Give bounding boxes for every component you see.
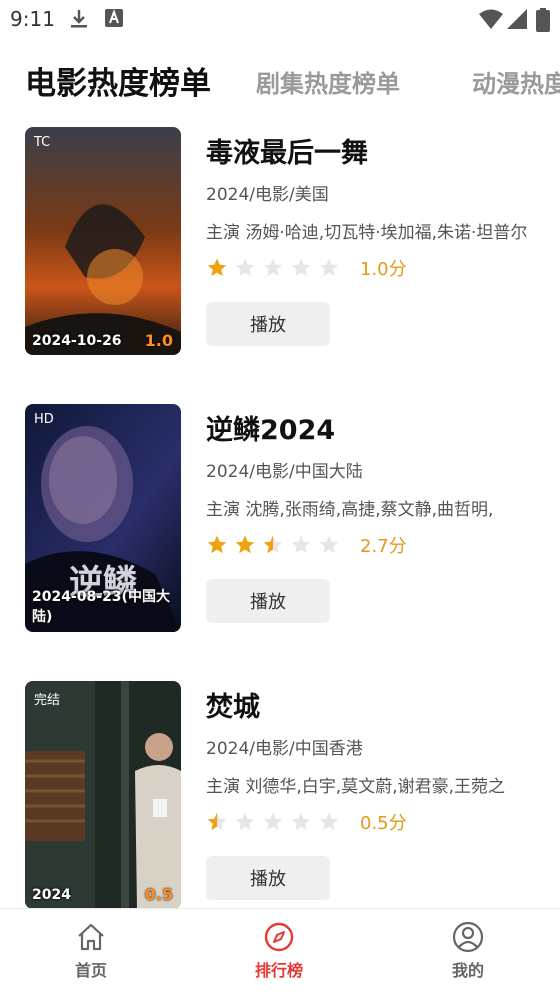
tab-series-ranking[interactable]: 剧集热度榜单: [256, 64, 400, 99]
rating-score: 0.5分: [360, 813, 407, 834]
movie-poster[interactable]: 逆鳞 HD 2024-08-23(中国大陆): [25, 404, 181, 632]
movie-meta: 2024/电影/中国大陆: [206, 462, 363, 482]
movie-card[interactable]: 逆鳞 HD 2024-08-23(中国大陆) 逆鳞2024 2024/电影/中国…: [0, 404, 560, 644]
star-icon: [319, 258, 339, 277]
nav-mine-label: 我的: [451, 961, 484, 980]
movie-title[interactable]: 逆鳞2024: [206, 408, 335, 447]
compass-icon: [264, 922, 294, 952]
star-icon: [207, 812, 227, 831]
star-icon: [291, 258, 311, 277]
home-icon: [78, 923, 104, 951]
status-bar: 9:11: [0, 0, 560, 38]
star-icon: [319, 812, 339, 831]
movie-title[interactable]: 焚城: [206, 685, 260, 724]
rating-score: 2.7分: [360, 536, 407, 557]
battery-icon: [536, 8, 550, 32]
play-button[interactable]: 播放: [206, 856, 330, 900]
play-button[interactable]: 播放: [206, 579, 330, 623]
star-icon: [291, 812, 311, 831]
movie-poster[interactable]: TC 2024-10-26 1.0: [25, 127, 181, 355]
nav-ranking[interactable]: 排行榜: [219, 921, 339, 981]
signal-icon: [507, 9, 527, 29]
movie-card[interactable]: TC 2024-10-26 1.0 毒液最后一舞 2024/电影/美国 主演 汤…: [0, 127, 560, 367]
poster-score: 0.5: [144, 885, 173, 904]
star-icon: [207, 258, 227, 277]
download-icon: [71, 10, 87, 28]
wifi-icon: [479, 9, 503, 29]
poster-score: 1.0: [144, 331, 173, 350]
poster-artwork: [25, 681, 181, 909]
play-button[interactable]: 播放: [206, 302, 330, 346]
status-time: 9:11: [10, 7, 55, 31]
star-icon: [235, 258, 255, 277]
poster-status-tag: 完结: [34, 693, 61, 708]
movie-poster[interactable]: 完结 2024 0.5: [25, 681, 181, 909]
nav-mine[interactable]: 我的: [408, 921, 528, 981]
tab-anime-ranking[interactable]: 动漫热度: [472, 64, 560, 99]
movie-title[interactable]: 毒液最后一舞: [206, 131, 368, 170]
star-rating: 1.0分: [206, 256, 407, 280]
nav-home[interactable]: 首页: [31, 921, 151, 981]
star-icon: [319, 535, 339, 554]
rating-score: 1.0分: [360, 259, 407, 280]
star-icon: [235, 812, 255, 831]
poster-quality-tag: HD: [34, 412, 54, 427]
poster-date: 2024: [32, 887, 71, 903]
tab-movie-ranking[interactable]: 电影热度榜单: [25, 58, 211, 103]
star-icon: [207, 535, 227, 554]
poster-date: 2024-08-23(中国大陆): [32, 589, 170, 625]
movie-card[interactable]: 完结 2024 0.5 焚城 2024/电影/中国香港 主演 刘德华,白宇,莫文…: [0, 681, 560, 921]
star-rating: 0.5分: [206, 810, 407, 834]
user-icon: [452, 921, 484, 953]
star-icon: [235, 535, 255, 554]
movie-cast: 主演 刘德华,白宇,莫文蔚,谢君豪,王菀之: [206, 777, 506, 797]
star-icon: [263, 258, 283, 277]
a-notification-icon: [105, 9, 123, 27]
star-icon: [263, 535, 283, 554]
star-icon: [263, 812, 283, 831]
bottom-navigation: 首页 排行榜 我的: [0, 908, 560, 995]
nav-ranking-label: 排行榜: [254, 961, 303, 980]
movie-meta: 2024/电影/中国香港: [206, 739, 363, 759]
star-icon: [291, 535, 311, 554]
poster-quality-tag: TC: [34, 135, 51, 150]
movie-cast: 主演 汤姆·哈迪,切瓦特·埃加福,朱诺·坦普尔: [206, 223, 528, 243]
poster-date: 2024-10-26: [32, 333, 122, 349]
nav-home-label: 首页: [74, 961, 107, 980]
poster-artwork: [25, 127, 181, 355]
movie-meta: 2024/电影/美国: [206, 185, 329, 205]
movie-cast: 主演 沈腾,张雨绮,高捷,蔡文静,曲哲明,: [206, 500, 494, 520]
star-rating: 2.7分: [206, 533, 407, 557]
